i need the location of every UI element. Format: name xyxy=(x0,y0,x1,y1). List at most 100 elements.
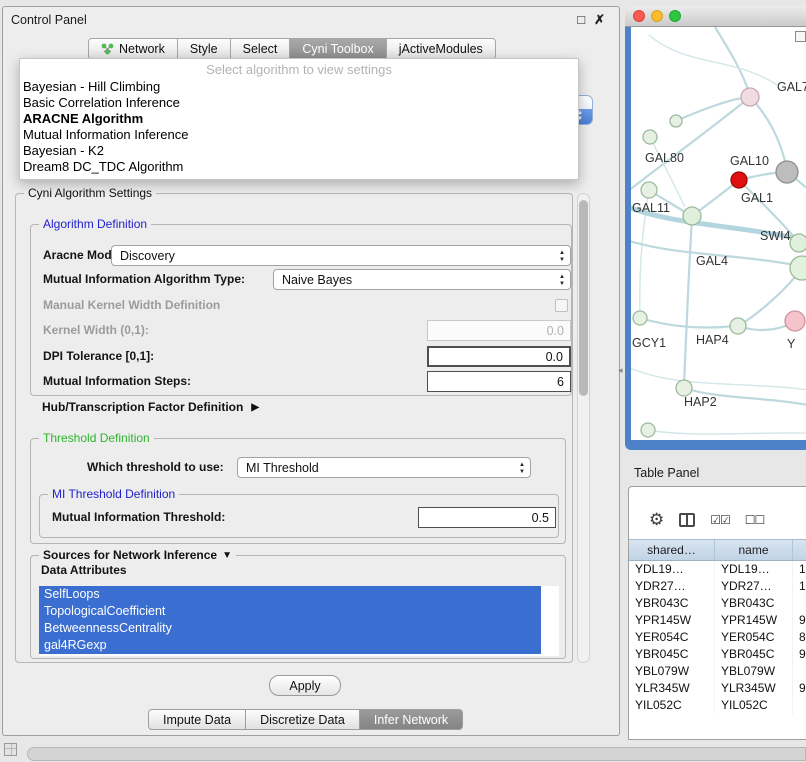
column-header-extra[interactable] xyxy=(793,540,806,560)
attribute-list-item[interactable]: SelfLoops xyxy=(39,586,541,603)
table-row[interactable]: YER054CYER054C8. xyxy=(629,629,806,646)
combo-arrows-icon: ▲▼ xyxy=(559,274,565,287)
table-panel-title: Table Panel xyxy=(634,466,699,480)
network-node[interactable] xyxy=(633,311,647,325)
data-attributes-label: Data Attributes xyxy=(41,562,127,578)
network-node[interactable] xyxy=(641,423,655,437)
network-node-label: GAL7 xyxy=(777,80,806,94)
which-threshold-combo[interactable]: MI Threshold ▲▼ xyxy=(237,457,531,478)
table-row[interactable]: YBR043CYBR043C xyxy=(629,595,806,612)
threshold-definition-title: Threshold Definition xyxy=(39,431,154,446)
select-all-checks-icon[interactable]: ☑☑ xyxy=(710,513,730,527)
apply-button[interactable]: Apply xyxy=(269,675,341,696)
network-node[interactable] xyxy=(670,115,682,127)
algorithm-option[interactable]: Dream8 DC_TDC Algorithm xyxy=(20,159,578,175)
table-cell: YBR043C xyxy=(715,595,793,612)
zoom-button[interactable] xyxy=(669,10,681,22)
float-window-icon[interactable]: □ xyxy=(577,12,585,27)
table-row[interactable]: YBR045CYBR045C9. xyxy=(629,646,806,663)
network-node[interactable] xyxy=(776,161,798,183)
table-row[interactable]: YIL052CYIL052C xyxy=(629,697,806,714)
network-node[interactable] xyxy=(731,172,747,188)
resize-grip-icon[interactable] xyxy=(4,743,17,756)
algorithm-option[interactable]: Basic Correlation Inference xyxy=(20,95,578,111)
network-node-label: GAL11 xyxy=(632,201,670,215)
tab-network[interactable]: Network xyxy=(88,38,178,60)
mi-type-label: Mutual Information Algorithm Type: xyxy=(43,269,245,290)
mi-threshold-label: Mutual Information Threshold: xyxy=(52,507,225,528)
mi-threshold-field[interactable]: 0.5 xyxy=(418,507,556,528)
attribute-list-item[interactable]: gal4RGexp xyxy=(39,637,541,654)
manual-kernel-checkbox[interactable] xyxy=(555,299,568,312)
network-node[interactable] xyxy=(790,256,806,280)
splitter-handle-icon[interactable]: ◂ xyxy=(618,365,623,376)
network-node[interactable] xyxy=(741,88,759,106)
settings-scrollbar[interactable] xyxy=(577,193,590,663)
table-row[interactable]: YDL19…YDL19…13 xyxy=(629,561,806,578)
attribute-list-item[interactable]: TopologicalCoefficient xyxy=(39,603,541,620)
tab-select[interactable]: Select xyxy=(230,38,291,60)
table-row[interactable]: YBL079WYBL079W xyxy=(629,663,806,680)
network-node[interactable] xyxy=(790,234,806,252)
network-node[interactable] xyxy=(643,130,657,144)
table-body: YDL19…YDL19…13YDR27…YDR27…12YBR043CYBR04… xyxy=(629,561,806,714)
network-node[interactable] xyxy=(730,318,746,334)
birdseye-toggle[interactable] xyxy=(795,31,806,42)
algorithm-popup-list: Bayesian - Hill ClimbingBasic Correlatio… xyxy=(20,79,578,175)
gear-icon[interactable]: ⚙ xyxy=(649,511,664,528)
control-panel-title: Control Panel xyxy=(11,13,87,27)
which-threshold-label: Which threshold to use: xyxy=(87,457,224,478)
aracne-mode-combo[interactable]: Discovery ▲▼ xyxy=(111,245,571,266)
dpi-tolerance-field[interactable]: 0.0 xyxy=(427,346,571,367)
tab-jactivemodules[interactable]: jActiveModules xyxy=(386,38,496,60)
network-canvas[interactable]: GAL7GAL80GAL10GAL11GAL1SWI4GAL4GCY1HAP4Y… xyxy=(631,27,806,440)
mi-type-combo[interactable]: Naive Bayes ▲▼ xyxy=(273,269,571,290)
close-panel-icon[interactable]: ✗ xyxy=(594,12,605,27)
window-buttons: □ ✗ xyxy=(577,12,605,27)
column-header-shared[interactable]: shared… xyxy=(629,540,715,560)
tab-cyni-toolbox[interactable]: Cyni Toolbox xyxy=(289,38,386,60)
close-button[interactable] xyxy=(633,10,645,22)
sources-group: Sources for Network Inference ▼ Data Att… xyxy=(30,555,566,659)
minimize-button[interactable] xyxy=(651,10,663,22)
network-node-label: GCY1 xyxy=(632,336,666,350)
horizontal-scrollbar[interactable] xyxy=(27,747,806,761)
table-cell: YDR27… xyxy=(629,578,715,595)
tab-impute-data[interactable]: Impute Data xyxy=(148,709,246,730)
tab-label: Style xyxy=(190,42,218,56)
hub-definition-section[interactable]: Hub/Transcription Factor Definition ▶ xyxy=(42,400,259,414)
network-node-label: HAP2 xyxy=(684,395,717,409)
network-node[interactable] xyxy=(683,207,701,225)
sources-group-title[interactable]: Sources for Network Inference ▼ xyxy=(39,548,236,563)
cyni-settings-group: Cyni Algorithm Settings Algorithm Defini… xyxy=(15,193,573,663)
collapsed-arrow-icon: ▶ xyxy=(251,402,259,413)
table-row[interactable]: YPR145WYPR145W9. xyxy=(629,612,806,629)
table-toolbar: ⚙ ☑☑ ☐☐ xyxy=(629,487,806,539)
scrollbar-thumb[interactable] xyxy=(579,200,588,396)
network-node-label: GAL1 xyxy=(741,191,773,205)
network-tab-icon xyxy=(101,43,114,55)
algorithm-option[interactable]: Mutual Information Inference xyxy=(20,127,578,143)
mi-steps-field[interactable]: 6 xyxy=(427,371,571,392)
tab-infer-network[interactable]: Infer Network xyxy=(359,709,463,730)
columns-icon[interactable] xyxy=(679,513,695,527)
table-cell: YDR27… xyxy=(715,578,793,595)
column-header-name[interactable]: name xyxy=(715,540,793,560)
tab-style[interactable]: Style xyxy=(177,38,231,60)
table-row[interactable]: YLR345WYLR345W9. xyxy=(629,680,806,697)
kernel-width-label: Kernel Width (0,1): xyxy=(43,320,149,341)
algorithm-option[interactable]: ARACNE Algorithm xyxy=(20,111,578,127)
algorithm-option[interactable]: Bayesian - K2 xyxy=(20,143,578,159)
network-node[interactable] xyxy=(676,380,692,396)
tab-discretize-data[interactable]: Discretize Data xyxy=(245,709,360,730)
table-cell: YLR345W xyxy=(629,680,715,697)
algorithm-option[interactable]: Bayesian - Hill Climbing xyxy=(20,79,578,95)
algorithm-definition-group: Algorithm Definition Aracne Mode: Discov… xyxy=(30,224,572,396)
kernel-width-field[interactable]: 0.0 xyxy=(427,320,571,341)
network-node[interactable] xyxy=(785,311,805,331)
network-node[interactable] xyxy=(641,182,657,198)
deselect-all-checks-icon[interactable]: ☐☐ xyxy=(745,513,765,527)
attribute-list-item[interactable]: BetweennessCentrality xyxy=(39,620,541,637)
table-row[interactable]: YDR27…YDR27…12 xyxy=(629,578,806,595)
table-cell: YDL19… xyxy=(629,561,715,578)
